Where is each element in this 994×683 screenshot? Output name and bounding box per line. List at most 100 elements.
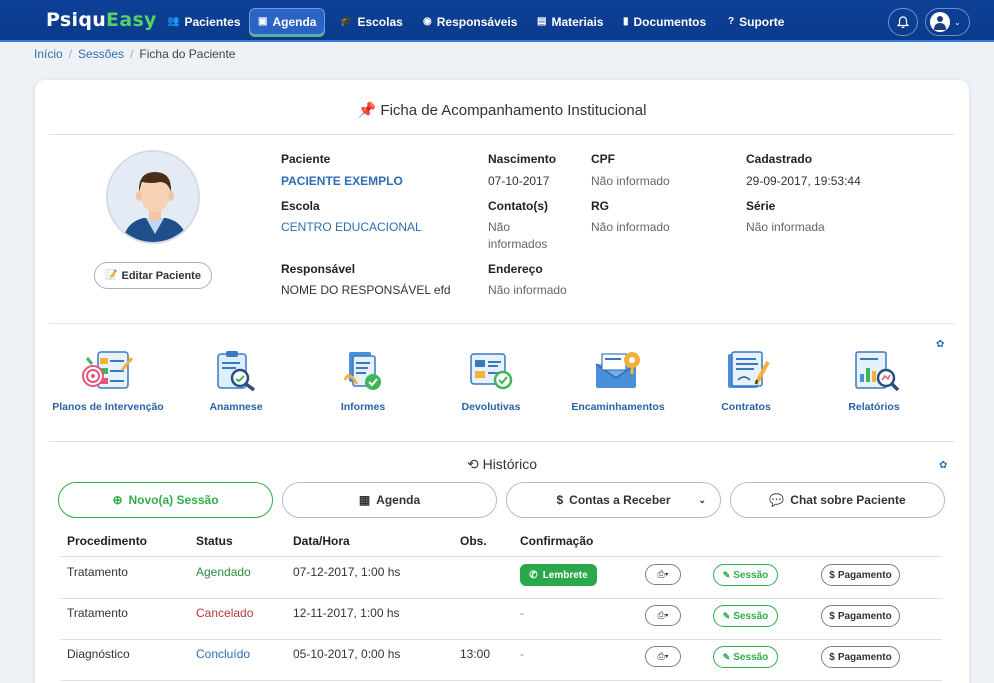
edit-icon: ✎	[722, 651, 731, 662]
top-navbar: PsiquEasy 👥 Pacientes ▣ Agenda 🎓 Escolas ◉ R…	[0, 0, 994, 42]
calendar-icon: ▦	[358, 493, 371, 507]
edit-icon: ✎	[722, 569, 731, 580]
dollar-icon: $	[829, 569, 835, 581]
print-icon: ⎙▾	[657, 651, 669, 661]
new-session-button[interactable]: ⊕ Novo(a) Sessão	[58, 482, 273, 518]
dollar-icon: $	[829, 651, 835, 663]
feedback-icon	[465, 350, 517, 392]
divider	[49, 134, 955, 135]
app-logo[interactable]: PsiquEasy	[46, 9, 157, 31]
memo-icon: 📝	[105, 270, 118, 281]
history-icon: ⟲	[466, 456, 479, 472]
patient-card: 📌 Ficha de Acompanhamento Institucional …	[35, 80, 969, 683]
label-serie: Série	[746, 199, 776, 213]
nav-pacientes[interactable]: 👥 Pacientes	[159, 8, 249, 35]
tool-relatorios[interactable]: Relatórios	[809, 350, 939, 413]
label-contato: Contato(s)	[488, 199, 548, 213]
value-nascimento: 07-10-2017	[488, 174, 550, 188]
analytics-icon	[848, 350, 900, 392]
label-endereco: Endereço	[488, 262, 543, 276]
label-escola: Escola	[281, 199, 320, 213]
print-icon: ⎙▾	[657, 569, 669, 579]
value-cpf: Não informado	[591, 174, 670, 188]
label-responsavel: Responsável	[281, 262, 356, 276]
tool-devolutivas[interactable]: Devolutivas	[426, 350, 556, 413]
graduation-cap-icon: 🎓	[340, 16, 353, 27]
label-cpf: CPF	[591, 152, 615, 166]
question-circle-icon: ?	[728, 16, 735, 27]
anamnesis-icon	[210, 350, 262, 392]
user-circle-icon: ◉	[423, 16, 432, 27]
label-paciente: Paciente	[281, 152, 331, 166]
print-dropdown[interactable]: ⎙▾	[645, 646, 681, 667]
tool-informes[interactable]: Informes	[298, 350, 428, 413]
reports-doc-icon	[337, 350, 389, 392]
breadcrumb-sessions[interactable]: Sessões	[78, 47, 124, 61]
col-obs: Obs.	[460, 534, 487, 548]
value-serie: Não informada	[746, 220, 825, 234]
tool-anamnese[interactable]: Anamnese	[171, 350, 301, 413]
intervention-plan-icon	[82, 350, 134, 392]
value-contato-line1: Não	[488, 220, 511, 234]
value-endereco: Não informado	[488, 283, 567, 297]
nav-responsaveis[interactable]: ◉ Responsáveis	[415, 8, 525, 35]
contract-icon	[720, 350, 772, 392]
value-responsavel: NOME DO RESPONSÁVEL efd	[281, 283, 451, 297]
label-rg: RG	[591, 199, 609, 213]
reminder-button[interactable]: ✆ Lembrete	[520, 564, 597, 586]
breadcrumb-home[interactable]: Início	[34, 47, 63, 61]
divider	[49, 441, 955, 442]
book-icon: ▮	[623, 16, 629, 27]
payment-button[interactable]: $ Pagamento	[821, 605, 900, 627]
gear-icon[interactable]: ✿	[936, 339, 944, 350]
col-procedimento: Procedimento	[67, 534, 148, 548]
nav-escolas[interactable]: 🎓 Escolas	[332, 8, 411, 35]
receivables-dropdown[interactable]: $ Contas a Receber ⌄	[506, 482, 721, 518]
whatsapp-icon: ✆	[529, 569, 538, 581]
payment-button[interactable]: $ Pagamento	[821, 564, 900, 586]
print-icon: ⎙▾	[657, 610, 669, 620]
plus-circle-icon: ⊕	[112, 493, 123, 507]
print-dropdown[interactable]: ⎙▾	[645, 564, 681, 585]
print-dropdown[interactable]: ⎙▾	[645, 605, 681, 626]
label-nascimento: Nascimento	[488, 152, 557, 166]
patient-avatar	[106, 150, 200, 244]
users-icon: 👥	[167, 16, 180, 27]
calendar-icon: ▣	[258, 16, 268, 27]
chat-icon: 💬	[769, 493, 785, 507]
patient-chat-button[interactable]: 💬 Chat sobre Paciente	[730, 482, 945, 518]
breadcrumb-current: Ficha do Paciente	[139, 47, 236, 61]
agenda-button[interactable]: ▦ Agenda	[282, 482, 497, 518]
nav-agenda[interactable]: ▣ Agenda	[249, 8, 326, 35]
card-title: 📌 Ficha de Acompanhamento Institucional	[357, 102, 647, 119]
nav-materiais[interactable]: ▤ Materiais	[529, 8, 611, 35]
nav-suporte[interactable]: ? Suporte	[720, 8, 792, 35]
status-badge: Agendado	[196, 565, 251, 579]
tool-contratos[interactable]: Contratos	[681, 350, 811, 413]
value-rg: Não informado	[591, 220, 670, 234]
edit-icon: ✎	[722, 610, 731, 621]
chevron-down-icon: ⌄	[698, 494, 706, 505]
gear-icon[interactable]: ✿	[939, 460, 947, 471]
session-button[interactable]: ✎ Sessão	[713, 646, 778, 668]
user-menu-button[interactable]: ⌄	[925, 8, 970, 36]
payment-button[interactable]: $ Pagamento	[821, 646, 900, 668]
dollar-icon: $	[829, 610, 835, 622]
value-contato-line2: informados	[488, 237, 548, 251]
session-button[interactable]: ✎ Sessão	[713, 605, 778, 627]
tool-planos-intervencao[interactable]: Planos de Intervenção	[43, 350, 173, 413]
value-cadastrado: 29-09-2017, 19:53:44	[746, 174, 861, 188]
divider	[49, 323, 955, 324]
pushpin-icon: 📌	[357, 102, 377, 119]
tool-encaminhamentos[interactable]: Encaminhamentos	[553, 350, 683, 413]
edit-patient-button[interactable]: 📝 Editar Paciente	[94, 262, 212, 289]
session-button[interactable]: ✎ Sessão	[713, 564, 778, 586]
value-paciente[interactable]: PACIENTE EXEMPLO	[281, 173, 403, 190]
breadcrumb: Início / Sessões / Ficha do Paciente	[34, 47, 236, 61]
nav-documentos[interactable]: ▮ Documentos	[615, 8, 714, 35]
value-escola[interactable]: CENTRO EDUCACIONAL	[281, 219, 422, 236]
notifications-button[interactable]	[888, 8, 918, 36]
referral-icon	[592, 350, 644, 392]
status-badge: Cancelado	[196, 606, 254, 620]
user-avatar-icon	[930, 12, 950, 32]
